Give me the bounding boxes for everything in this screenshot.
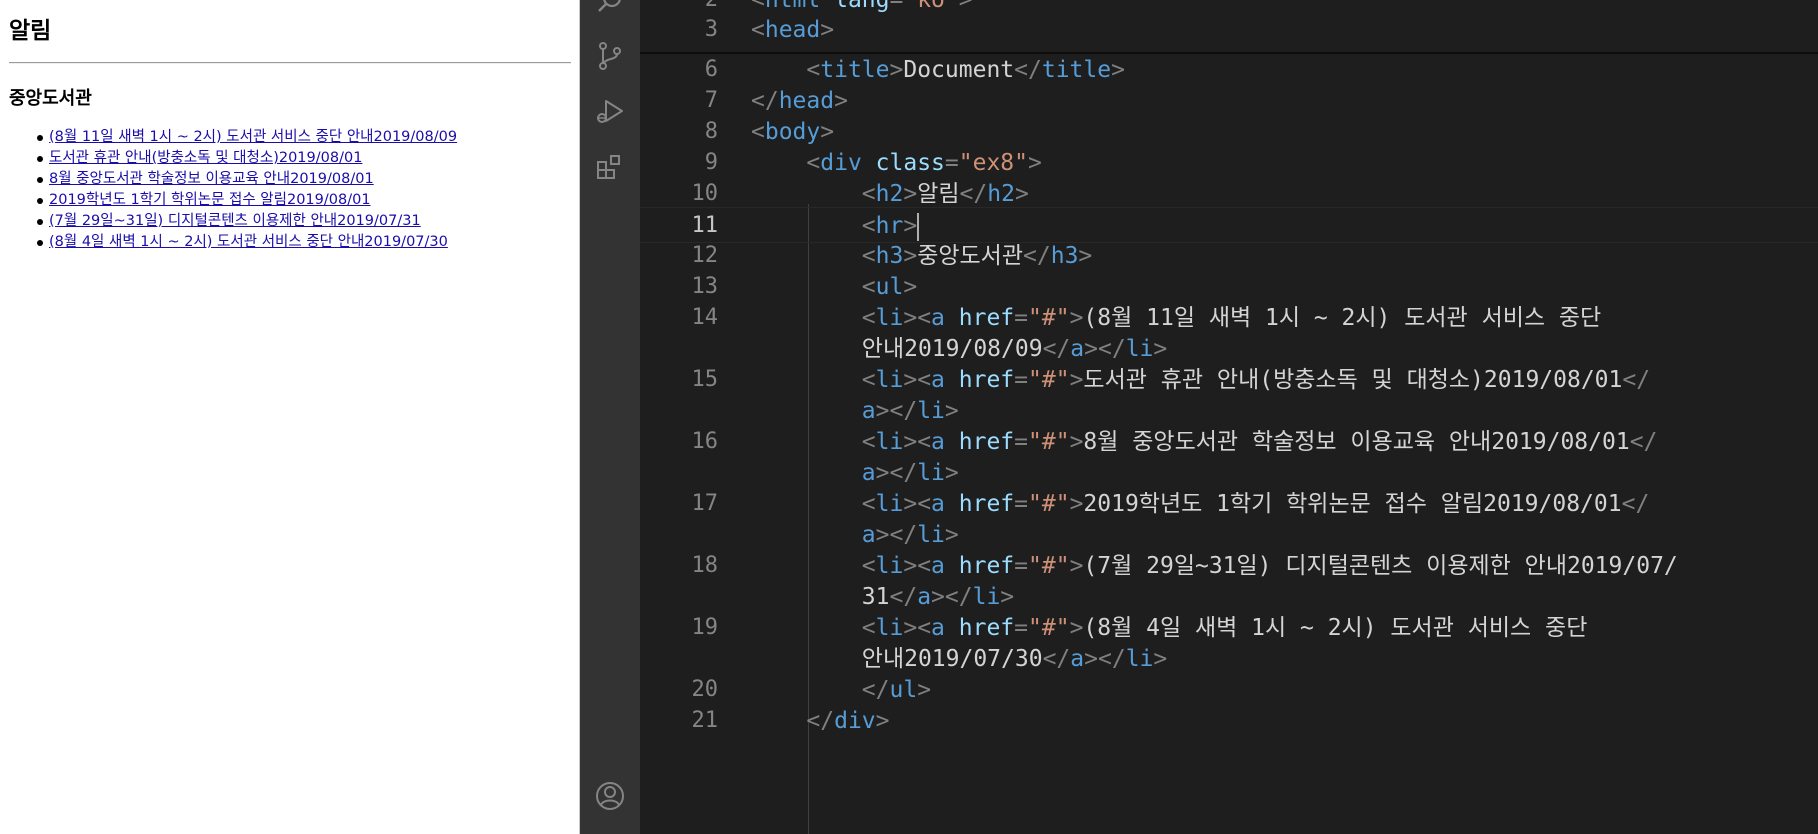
bullet-icon: [37, 135, 43, 141]
notice-link[interactable]: 도서관 휴관 안내(방충소독 및 대청소)2019/08/01: [49, 150, 362, 166]
bullet-icon: [37, 198, 43, 204]
notice-link[interactable]: 8월 중앙도서관 학술정보 이용교육 안내2019/08/01: [49, 171, 374, 187]
activity-bar: [580, 0, 640, 834]
extensions-icon[interactable]: [594, 152, 626, 184]
list-item: 도서관 휴관 안내(방충소독 및 대청소)2019/08/01: [9, 148, 457, 169]
bullet-icon: [37, 219, 43, 225]
notice-link[interactable]: (7월 29일~31일) 디지털콘텐츠 이용제한 안내2019/07/31: [49, 213, 421, 229]
list-item: 8월 중앙도서관 학술정보 이용교육 안내2019/08/01: [9, 169, 457, 190]
list-item: 2019학년도 1학기 학위논문 접수 알림2019/08/01: [9, 190, 457, 211]
bullet-icon: [37, 177, 43, 183]
code-editor[interactable]: 2<html lang="ko">3<head>6 <title>Documen…: [640, 0, 1818, 834]
bullet-icon: [37, 156, 43, 162]
line-number: 3: [704, 17, 718, 42]
list-item: (7월 29일~31일) 디지털콘텐츠 이용제한 안내2019/07/31: [9, 211, 457, 232]
horizontal-rule: [9, 62, 571, 64]
notice-link[interactable]: 2019학년도 1학기 학위논문 접수 알림2019/08/01: [49, 192, 371, 208]
account-icon[interactable]: [594, 780, 626, 812]
text-cursor: [917, 212, 920, 241]
list-item: (8월 4일 새벽 1시 ~ 2시) 도서관 서비스 중단 안내2019/07/…: [9, 232, 457, 253]
bullet-icon: [37, 240, 43, 246]
notice-link[interactable]: (8월 11일 새벽 1시 ~ 2시) 도서관 서비스 중단 안내2019/08…: [49, 129, 457, 145]
source-control-icon[interactable]: [594, 40, 626, 72]
notice-list: (8월 11일 새벽 1시 ~ 2시) 도서관 서비스 중단 안내2019/08…: [9, 127, 457, 253]
code-text: <head>: [751, 17, 835, 43]
code-line[interactable]: 3 <head>: [640, 12, 1818, 48]
library-subheading: 중앙도서관: [9, 88, 92, 109]
notice-link[interactable]: (8월 4일 새벽 1시 ~ 2시) 도서관 서비스 중단 안내2019/07/…: [49, 234, 448, 250]
list-item: (8월 11일 새벽 1시 ~ 2시) 도서관 서비스 중단 안내2019/08…: [9, 127, 457, 148]
notice-heading: 알림: [9, 18, 52, 44]
search-icon[interactable]: [594, 0, 626, 18]
browser-preview: 알림 중앙도서관 (8월 11일 새벽 1시 ~ 2시) 도서관 서비스 중단 …: [0, 0, 580, 834]
code-line[interactable]: 21 </div>: [640, 703, 1818, 739]
line-number: 21: [691, 708, 719, 733]
run-debug-icon[interactable]: [594, 96, 626, 128]
code-text: </div>: [806, 708, 890, 734]
